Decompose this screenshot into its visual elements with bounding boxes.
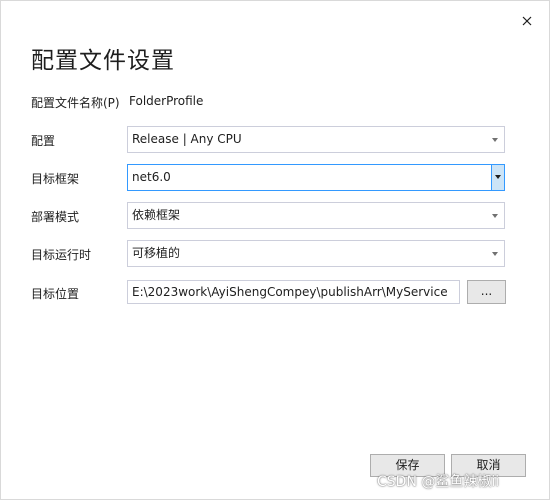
target-framework-label: 目标框架 bbox=[31, 172, 80, 186]
dialog-title: 配置文件设置 bbox=[31, 48, 175, 74]
deployment-mode-label: 部署模式 bbox=[31, 210, 80, 224]
profile-name-label: 配置文件名称(P) bbox=[31, 96, 120, 110]
browse-button[interactable]: ... bbox=[467, 280, 506, 304]
chevron-down-icon bbox=[492, 214, 498, 218]
configuration-dropdown[interactable]: Release | Any CPU bbox=[127, 126, 505, 153]
close-icon bbox=[522, 16, 532, 26]
target-framework-value: net6.0 bbox=[132, 170, 171, 184]
chevron-down-icon bbox=[492, 138, 498, 142]
target-location-label: 目标位置 bbox=[31, 287, 80, 301]
chevron-down-icon bbox=[495, 175, 501, 179]
target-runtime-value: 可移植的 bbox=[132, 246, 181, 260]
profile-name-value: FolderProfile bbox=[129, 94, 204, 108]
target-framework-dropdown[interactable]: net6.0 bbox=[127, 164, 505, 191]
target-runtime-dropdown[interactable]: 可移植的 bbox=[127, 240, 505, 267]
watermark: CSDN @鲨鱼辣椒ii bbox=[377, 474, 500, 490]
target-runtime-label: 目标运行时 bbox=[31, 248, 92, 262]
configuration-value: Release | Any CPU bbox=[132, 132, 242, 146]
deployment-mode-dropdown[interactable]: 依赖框架 bbox=[127, 202, 505, 229]
deployment-mode-value: 依赖框架 bbox=[132, 208, 181, 222]
chevron-down-icon bbox=[492, 252, 498, 256]
close-button[interactable] bbox=[519, 13, 535, 29]
configuration-label: 配置 bbox=[31, 134, 56, 148]
dropdown-toggle[interactable] bbox=[491, 165, 504, 190]
target-location-input[interactable]: E:\2023work\AyiShengCompey\publishArr\My… bbox=[127, 280, 460, 304]
publish-profile-settings-dialog: 配置文件设置 配置文件名称(P) FolderProfile 配置 Releas… bbox=[0, 0, 550, 500]
